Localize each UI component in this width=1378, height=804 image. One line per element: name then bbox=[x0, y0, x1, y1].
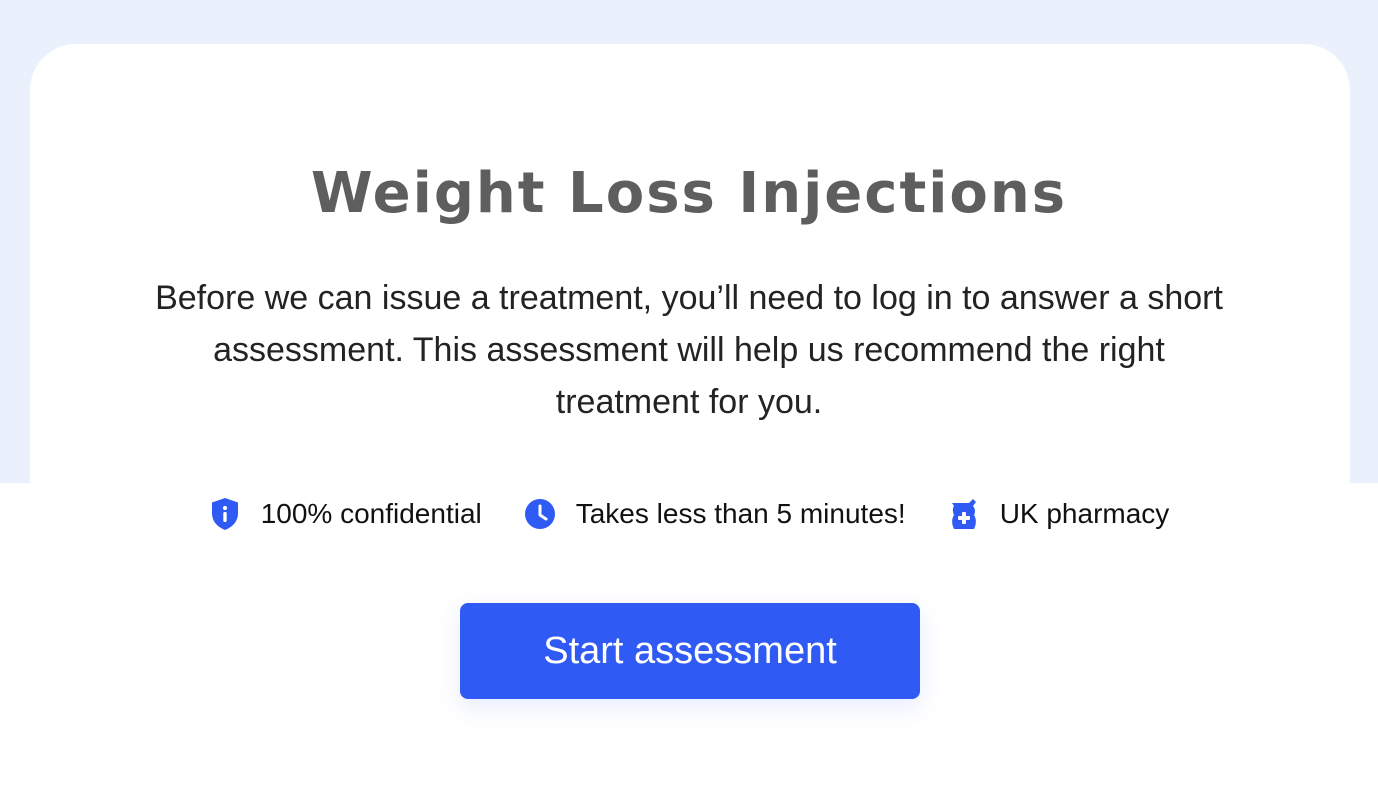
pharmacy-icon bbox=[948, 497, 980, 531]
shield-info-icon bbox=[209, 497, 241, 531]
feature-pharmacy: UK pharmacy bbox=[948, 497, 1170, 531]
page-description: Before we can issue a treatment, you’ll … bbox=[155, 279, 1223, 421]
feature-list: 100% confidential Takes less than 5 minu… bbox=[0, 492, 1378, 536]
feature-confidential: 100% confidential bbox=[209, 497, 482, 531]
clock-icon bbox=[524, 497, 556, 531]
feature-duration: Takes less than 5 minutes! bbox=[524, 497, 906, 531]
feature-label: UK pharmacy bbox=[999, 498, 1170, 529]
start-assessment-button[interactable]: Start assessment bbox=[460, 603, 920, 699]
feature-label: Takes less than 5 minutes! bbox=[575, 498, 906, 529]
feature-label: 100% confidential bbox=[260, 498, 482, 529]
page-title: Weight Loss Injections bbox=[310, 161, 1068, 226]
